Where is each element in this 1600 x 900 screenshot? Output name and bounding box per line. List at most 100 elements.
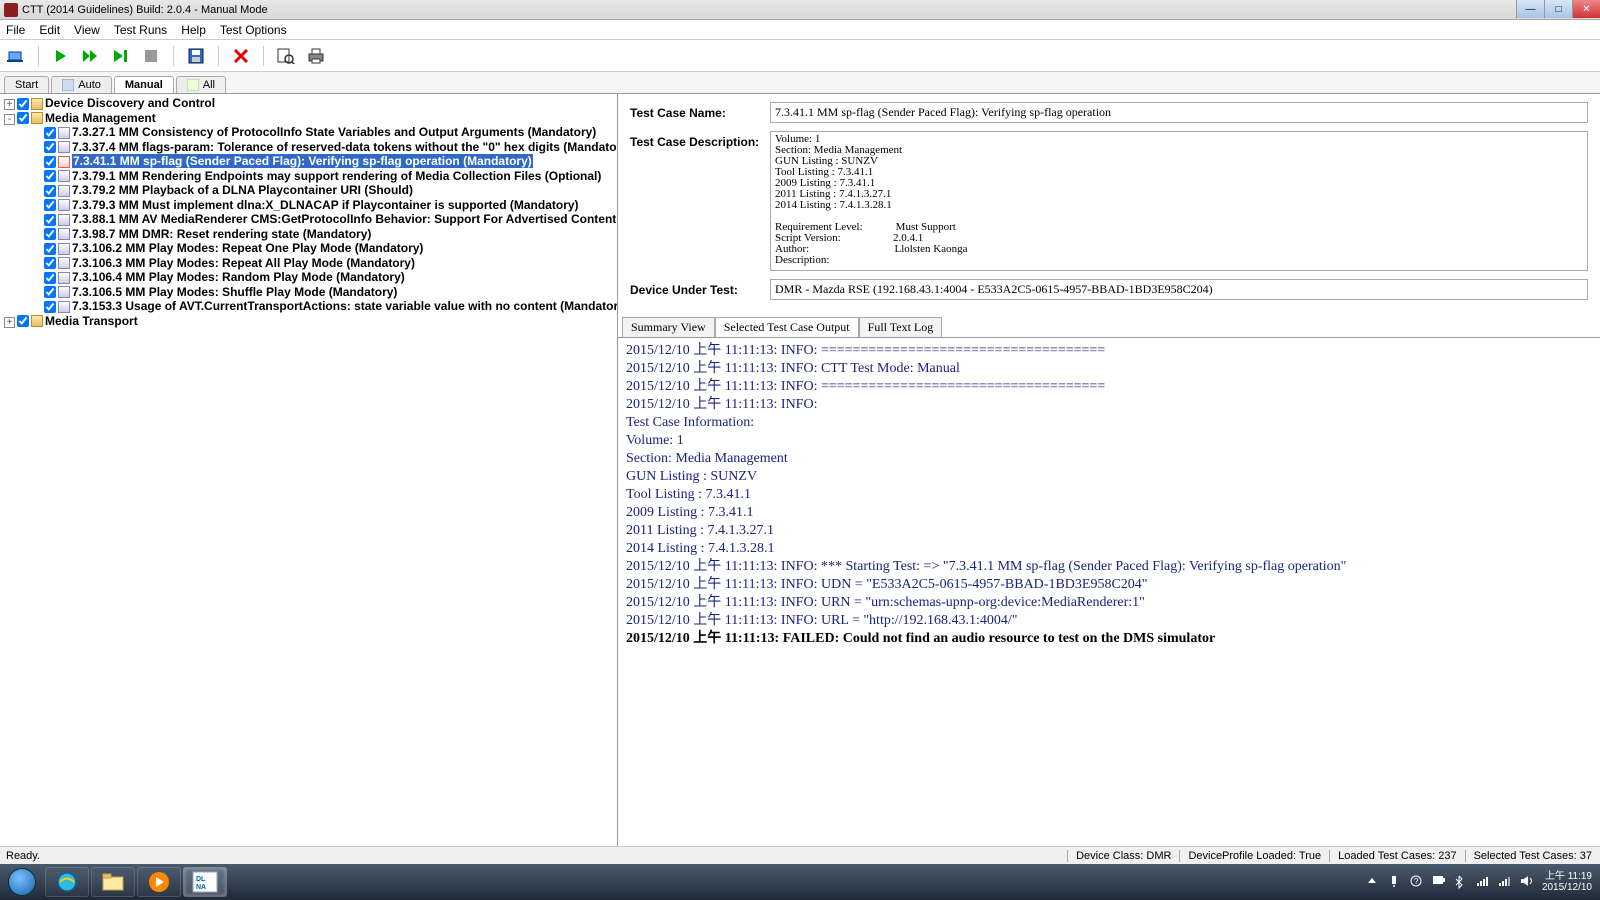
tab-selected-output[interactable]: Selected Test Case Output [715,317,859,337]
auto-icon [62,79,74,91]
tree-item[interactable]: 7.3.98.7 MM DMR: Reset rendering state (… [4,227,613,242]
taskbar-media-player[interactable] [137,867,181,897]
preview-button[interactable] [276,47,296,65]
device-icon[interactable] [6,47,26,65]
tray-power-icon[interactable] [1432,875,1446,889]
tree-label: Media Management [45,111,156,125]
tree-item[interactable]: +Media Transport [4,314,613,329]
tree-checkbox[interactable] [44,257,56,269]
status-profile-loaded: DeviceProfile Loaded: True [1179,850,1329,862]
print-button[interactable] [306,47,326,65]
tree-item[interactable]: 7.3.79.2 MM Playback of a DLNA Playconta… [4,183,613,198]
tree-checkbox[interactable] [44,170,56,182]
svg-text:?: ? [1414,877,1419,886]
tree-checkbox[interactable] [44,214,56,226]
folder-icon [31,315,43,327]
tab-full-log[interactable]: Full Text Log [859,317,943,337]
tree-checkbox[interactable] [44,141,56,153]
close-button[interactable]: ✕ [1572,0,1600,18]
tree-checkbox[interactable] [44,228,56,240]
start-button[interactable] [0,864,44,900]
details-pane: Test Case Name: Test Case Description: V… [618,94,1600,878]
maximize-button[interactable]: □ [1544,0,1572,18]
status-bar: Ready. Device Class: DMR DeviceProfile L… [0,846,1600,864]
save-button[interactable] [186,47,206,65]
delete-button[interactable] [231,47,251,65]
tree-item[interactable]: 7.3.79.3 MM Must implement dlna:X_DLNACA… [4,198,613,213]
tree-checkbox[interactable] [44,127,56,139]
tree-item[interactable]: 7.3.79.1 MM Rendering Endpoints may supp… [4,169,613,184]
taskbar-dlna-app[interactable]: DLNA [183,867,227,897]
tree-item[interactable]: +Device Discovery and Control [4,96,613,111]
tray-volume-icon[interactable] [1520,875,1534,889]
stop-button[interactable] [141,47,161,65]
expander-icon[interactable]: + [4,317,15,328]
tray-bluetooth-icon[interactable] [1454,875,1468,889]
tree-item[interactable]: 7.3.37.4 MM flags-param: Tolerance of re… [4,140,613,155]
tree-item[interactable]: 7.3.41.1 MM sp-flag (Sender Paced Flag):… [4,154,613,169]
test-desc-box[interactable]: Volume: 1Section: Media ManagementGUN Li… [770,131,1588,271]
expander-icon[interactable]: - [4,114,15,125]
tree-checkbox[interactable] [44,156,56,168]
tree-item[interactable]: - Media Management [4,111,613,126]
tree-checkbox[interactable] [44,243,56,255]
step-button[interactable] [111,47,131,65]
tree-item[interactable]: 7.3.106.2 MM Play Modes: Repeat One Play… [4,241,613,256]
tree-checkbox[interactable] [17,112,29,124]
menu-file[interactable]: File [6,23,25,37]
expander-icon[interactable]: + [4,99,15,110]
minimize-button[interactable]: — [1516,0,1544,18]
test-name-label: Test Case Name: [630,102,770,120]
taskbar: DLNA ? 上午 11:19 2015/12/10 [0,864,1600,900]
tab-label: Auto [78,79,101,91]
tree-item[interactable]: 7.3.106.4 MM Play Modes: Random Play Mod… [4,270,613,285]
status-loaded-tests: Loaded Test Cases: 237 [1329,850,1464,862]
tree-checkbox[interactable] [17,98,29,110]
log-line: 2011 Listing : 7.4.1.3.27.1 [626,522,1592,540]
tab-summary-view[interactable]: Summary View [622,317,715,337]
tree-item[interactable]: 7.3.88.1 MM AV MediaRenderer CMS:GetProt… [4,212,613,227]
tray-network-icon[interactable] [1476,875,1490,889]
dut-field[interactable] [770,279,1588,300]
tray-clock[interactable]: 上午 11:19 2015/12/10 [1542,871,1592,893]
menu-bar: File Edit View Test Runs Help Test Optio… [0,20,1600,40]
menu-edit[interactable]: Edit [39,23,60,37]
fast-forward-button[interactable] [81,47,101,65]
output-log[interactable]: 2015/12/10 上午 11:11:13: INFO: ==========… [618,338,1600,878]
log-line: 2015/12/10 上午 11:11:13: INFO: ==========… [626,378,1592,396]
tree-label: 7.3.153.3 Usage of AVT.CurrentTransportA… [72,299,617,313]
tree-label: 7.3.98.7 MM DMR: Reset rendering state (… [72,227,371,241]
taskbar-ie[interactable] [45,867,89,897]
log-line: 2015/12/10 上午 11:11:13: FAILED: Could no… [626,630,1592,648]
dut-label: Device Under Test: [630,279,770,297]
log-line: 2015/12/10 上午 11:11:13: INFO: [626,396,1592,414]
tab-all[interactable]: All [176,76,226,93]
tree-item[interactable]: 7.3.106.3 MM Play Modes: Repeat All Play… [4,256,613,271]
menu-test-runs[interactable]: Test Runs [114,23,167,37]
tab-auto[interactable]: Auto [51,76,112,93]
tree-checkbox[interactable] [17,315,29,327]
tray-up-icon[interactable] [1366,875,1380,889]
tab-start[interactable]: Start [4,76,49,93]
document-icon [58,170,70,182]
tree-checkbox[interactable] [44,199,56,211]
tree-checkbox[interactable] [44,286,56,298]
tray-action-center-icon[interactable] [1388,875,1402,889]
tree-item[interactable]: 7.3.106.5 MM Play Modes: Shuffle Play Mo… [4,285,613,300]
tray-help-icon[interactable]: ? [1410,875,1424,889]
test-tree[interactable]: +Device Discovery and Control - Media Mana… [0,94,617,860]
taskbar-explorer[interactable] [91,867,135,897]
menu-help[interactable]: Help [181,23,206,37]
tree-checkbox[interactable] [44,185,56,197]
tab-manual[interactable]: Manual [114,76,174,93]
test-name-field[interactable] [770,102,1588,123]
tree-checkbox[interactable] [44,301,56,313]
tree-item[interactable]: 7.3.27.1 MM Consistency of ProtocolInfo … [4,125,613,140]
menu-view[interactable]: View [74,23,100,37]
tray-wifi-icon[interactable] [1498,875,1512,889]
play-button[interactable] [51,47,71,65]
log-line: 2015/12/10 上午 11:11:13: INFO: URN = "urn… [626,594,1592,612]
tree-checkbox[interactable] [44,272,56,284]
menu-test-options[interactable]: Test Options [220,23,287,37]
tree-item[interactable]: 7.3.153.3 Usage of AVT.CurrentTransportA… [4,299,613,314]
